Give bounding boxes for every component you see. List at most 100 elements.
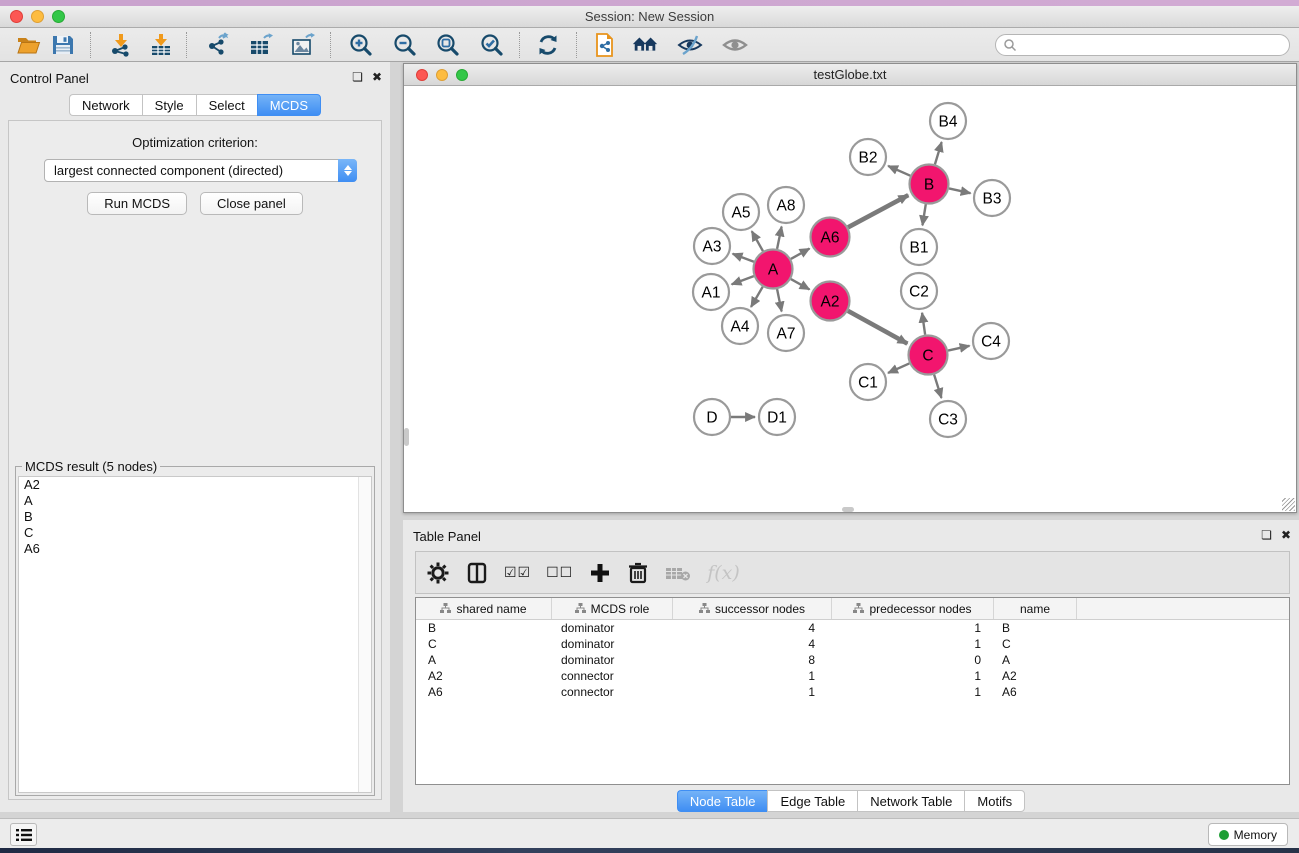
- table-cell[interactable]: C: [416, 636, 552, 652]
- result-list-scrollbar[interactable]: [358, 477, 371, 792]
- graph-node-B[interactable]: B: [910, 165, 949, 204]
- close-panel-icon[interactable]: ✖: [1281, 528, 1291, 542]
- float-panel-icon[interactable]: ❏: [352, 70, 363, 84]
- mcds-result-item[interactable]: B: [19, 509, 371, 525]
- graph-node-C3[interactable]: C3: [930, 401, 966, 437]
- column-header-shared-name[interactable]: shared name: [416, 598, 552, 619]
- search-field[interactable]: [995, 34, 1290, 56]
- export-image-icon[interactable]: [289, 31, 317, 59]
- search-input[interactable]: [1021, 38, 1289, 52]
- mcds-result-item[interactable]: A2: [19, 477, 371, 493]
- tab-style[interactable]: Style: [142, 94, 196, 116]
- gear-icon[interactable]: [426, 558, 450, 588]
- network-file-icon[interactable]: [591, 31, 619, 59]
- open-session-icon[interactable]: [14, 31, 42, 59]
- tab-mcds[interactable]: MCDS: [257, 94, 321, 116]
- mcds-result-list[interactable]: A2ABCA6: [18, 476, 372, 793]
- optimization-criterion-select[interactable]: largest connected component (directed): [44, 159, 357, 182]
- table-row[interactable]: Adominator80A: [416, 652, 1289, 668]
- table-cell[interactable]: C: [994, 636, 1077, 652]
- table-cell[interactable]: 4: [673, 636, 832, 652]
- graph-node-C2[interactable]: C2: [901, 273, 937, 309]
- graph-node-A[interactable]: A: [754, 250, 793, 289]
- graph-edge-A2-C[interactable]: [848, 311, 907, 344]
- table-cell[interactable]: A2: [994, 668, 1077, 684]
- import-network-icon[interactable]: [107, 31, 135, 59]
- network-horizontal-scrollbar[interactable]: [842, 507, 854, 512]
- tab-network-table[interactable]: Network Table: [857, 790, 964, 812]
- graph-node-A3[interactable]: A3: [694, 228, 730, 264]
- zoom-fit-icon[interactable]: [434, 31, 462, 59]
- tab-network[interactable]: Network: [69, 94, 142, 116]
- column-header-mcds-role[interactable]: MCDS role: [552, 598, 673, 619]
- graph-edge-B-B4[interactable]: [935, 142, 942, 164]
- table-cell[interactable]: 1: [832, 620, 994, 636]
- save-session-icon[interactable]: [49, 31, 77, 59]
- graph-edge-A-A8[interactable]: [777, 227, 782, 249]
- column-header-predecessor-nodes[interactable]: predecessor nodes: [832, 598, 994, 619]
- table-cell[interactable]: connector: [552, 668, 673, 684]
- graph-edge-A-A6[interactable]: [791, 249, 810, 259]
- graph-edge-A6-B[interactable]: [848, 195, 908, 227]
- network-window-titlebar[interactable]: testGlobe.txt: [404, 64, 1296, 86]
- zoom-in-icon[interactable]: [347, 31, 375, 59]
- graph-node-A5[interactable]: A5: [723, 194, 759, 230]
- graph-edge-A-A3[interactable]: [733, 254, 754, 262]
- table-row[interactable]: A6connector11A6: [416, 684, 1289, 700]
- graph-edge-A-A5[interactable]: [752, 231, 763, 251]
- table-cell[interactable]: B: [994, 620, 1077, 636]
- graph-node-B4[interactable]: B4: [930, 103, 966, 139]
- column-header-name[interactable]: name: [994, 598, 1077, 619]
- table-cell[interactable]: 1: [832, 684, 994, 700]
- graph-edge-B-B2[interactable]: [888, 166, 910, 176]
- table-cell[interactable]: A: [416, 652, 552, 668]
- graph-node-A1[interactable]: A1: [693, 274, 729, 310]
- network-window[interactable]: testGlobe.txt B4B2BB3B1A5A8A6A3AA1C2A4A7…: [403, 63, 1297, 513]
- network-graph[interactable]: B4B2BB3B1A5A8A6A3AA1C2A4A7A2C4CC1C3DD1: [404, 86, 1296, 507]
- network-canvas[interactable]: B4B2BB3B1A5A8A6A3AA1C2A4A7A2C4CC1C3DD1: [404, 86, 1296, 507]
- graph-node-C[interactable]: C: [909, 336, 948, 375]
- mcds-result-item[interactable]: A: [19, 493, 371, 509]
- mcds-result-item[interactable]: C: [19, 525, 371, 541]
- graph-node-A8[interactable]: A8: [768, 187, 804, 223]
- graph-node-A4[interactable]: A4: [722, 308, 758, 344]
- export-network-icon[interactable]: [204, 31, 232, 59]
- export-table-icon[interactable]: [247, 31, 275, 59]
- graph-node-D[interactable]: D: [694, 399, 730, 435]
- table-cell[interactable]: 1: [832, 668, 994, 684]
- table-row[interactable]: Bdominator41B: [416, 620, 1289, 636]
- tab-edge-table[interactable]: Edge Table: [767, 790, 857, 812]
- graph-node-A2[interactable]: A2: [811, 282, 850, 321]
- column-insert-icon[interactable]: [465, 558, 489, 588]
- graph-edge-C-C4[interactable]: [948, 346, 970, 351]
- table-cell[interactable]: A6: [416, 684, 552, 700]
- close-panel-button[interactable]: Close panel: [200, 192, 303, 215]
- graph-edge-B-B1[interactable]: [922, 204, 925, 225]
- run-mcds-button[interactable]: Run MCDS: [87, 192, 187, 215]
- close-panel-icon[interactable]: ✖: [372, 70, 382, 84]
- memory-button[interactable]: Memory: [1208, 823, 1288, 846]
- table-row[interactable]: A2connector11A2: [416, 668, 1289, 684]
- hide-selected-icon[interactable]: [676, 31, 704, 59]
- table-cell[interactable]: 4: [673, 620, 832, 636]
- refresh-icon[interactable]: [534, 31, 562, 59]
- graph-node-B3[interactable]: B3: [974, 180, 1010, 216]
- graph-node-A6[interactable]: A6: [811, 218, 850, 257]
- column-header-successor-nodes[interactable]: successor nodes: [673, 598, 832, 619]
- tab-motifs[interactable]: Motifs: [964, 790, 1025, 812]
- table-cell[interactable]: dominator: [552, 620, 673, 636]
- task-history-button[interactable]: [10, 823, 37, 846]
- show-all-icon[interactable]: [721, 31, 749, 59]
- resize-grip-icon[interactable]: [1282, 498, 1295, 511]
- tab-select[interactable]: Select: [196, 94, 257, 116]
- table-cell[interactable]: dominator: [552, 652, 673, 668]
- table-cell[interactable]: A: [994, 652, 1077, 668]
- table-cell[interactable]: 8: [673, 652, 832, 668]
- table-cell[interactable]: connector: [552, 684, 673, 700]
- graph-edge-A-A1[interactable]: [732, 276, 754, 284]
- table-row[interactable]: Cdominator41C: [416, 636, 1289, 652]
- add-column-icon[interactable]: [588, 558, 612, 588]
- zoom-out-icon[interactable]: [391, 31, 419, 59]
- graph-edge-C-C2[interactable]: [922, 313, 925, 335]
- graph-edge-B-B3[interactable]: [949, 188, 971, 193]
